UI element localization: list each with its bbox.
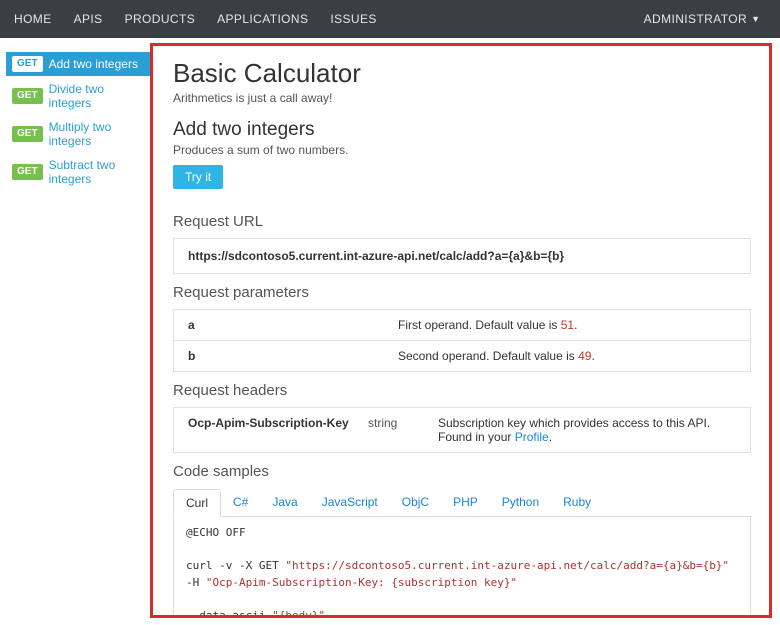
request-url-box: https://sdcontoso5.current.int-azure-api… — [173, 238, 751, 274]
tab-curl[interactable]: Curl — [173, 489, 221, 517]
param-row-a: a First operand. Default value is 51. — [173, 310, 751, 341]
operation-title: Add two integers — [173, 119, 751, 141]
sidebar-item-multiply[interactable]: GET Multiply two integers — [6, 116, 150, 152]
method-badge: GET — [12, 164, 43, 180]
tab-csharp[interactable]: C# — [221, 489, 260, 517]
header-type: string — [368, 416, 438, 430]
nav-home[interactable]: HOME — [14, 12, 52, 26]
sidebar-item-add[interactable]: GET Add two integers — [6, 52, 150, 76]
section-request-url: Request URL — [173, 213, 751, 230]
param-name: b — [188, 349, 398, 363]
nav-apis[interactable]: APIS — [74, 12, 103, 26]
tab-javascript[interactable]: JavaScript — [310, 489, 390, 517]
sidebar-item-label: Divide two integers — [49, 82, 144, 110]
tab-php[interactable]: PHP — [441, 489, 490, 517]
section-code-samples: Code samples — [173, 463, 751, 480]
tab-ruby[interactable]: Ruby — [551, 489, 603, 517]
sidebar-item-label: Multiply two integers — [49, 120, 144, 148]
method-badge: GET — [12, 88, 43, 104]
param-row-b: b Second operand. Default value is 49. — [173, 341, 751, 372]
caret-down-icon: ▼ — [751, 14, 760, 24]
tab-java[interactable]: Java — [260, 489, 309, 517]
header-row: Ocp-Apim-Subscription-Key string Subscri… — [173, 408, 751, 453]
section-request-headers: Request headers — [173, 382, 751, 399]
sidebar-item-subtract[interactable]: GET Subtract two integers — [6, 154, 150, 190]
params-table: a First operand. Default value is 51. b … — [173, 309, 751, 372]
param-desc: Second operand. Default value is 49. — [398, 349, 736, 363]
method-badge: GET — [12, 126, 43, 142]
sidebar: GET Add two integers GET Divide two inte… — [0, 38, 150, 625]
code-sample-box: @ECHO OFF curl -v -X GET "https://sdcont… — [173, 517, 751, 618]
operation-description: Produces a sum of two numbers. — [173, 143, 751, 157]
tab-python[interactable]: Python — [490, 489, 551, 517]
nav-user-menu[interactable]: ADMINISTRATOR ▼ — [644, 12, 760, 26]
header-desc: Subscription key which provides access t… — [438, 416, 736, 444]
code-tabs: Curl C# Java JavaScript ObjC PHP Python … — [173, 488, 751, 517]
header-name: Ocp-Apim-Subscription-Key — [188, 416, 368, 430]
top-nav: HOME APIS PRODUCTS APPLICATIONS ISSUES A… — [0, 0, 780, 38]
sidebar-item-divide[interactable]: GET Divide two integers — [6, 78, 150, 114]
nav-applications[interactable]: APPLICATIONS — [217, 12, 308, 26]
page-subtitle: Arithmetics is just a call away! — [173, 91, 751, 105]
sidebar-item-label: Subtract two integers — [49, 158, 144, 186]
tab-objc[interactable]: ObjC — [390, 489, 441, 517]
nav-left: HOME APIS PRODUCTS APPLICATIONS ISSUES — [14, 12, 377, 26]
main-content: Basic Calculator Arithmetics is just a c… — [150, 43, 772, 618]
sidebar-item-label: Add two integers — [49, 57, 138, 71]
nav-issues[interactable]: ISSUES — [330, 12, 376, 26]
nav-products[interactable]: PRODUCTS — [125, 12, 196, 26]
try-it-button[interactable]: Try it — [173, 165, 223, 189]
nav-user-label: ADMINISTRATOR — [644, 12, 747, 26]
section-request-params: Request parameters — [173, 284, 751, 301]
param-desc: First operand. Default value is 51. — [398, 318, 736, 332]
param-name: a — [188, 318, 398, 332]
method-badge: GET — [12, 56, 43, 72]
page-title: Basic Calculator — [173, 58, 751, 89]
profile-link[interactable]: Profile — [515, 430, 549, 444]
headers-table: Ocp-Apim-Subscription-Key string Subscri… — [173, 407, 751, 453]
